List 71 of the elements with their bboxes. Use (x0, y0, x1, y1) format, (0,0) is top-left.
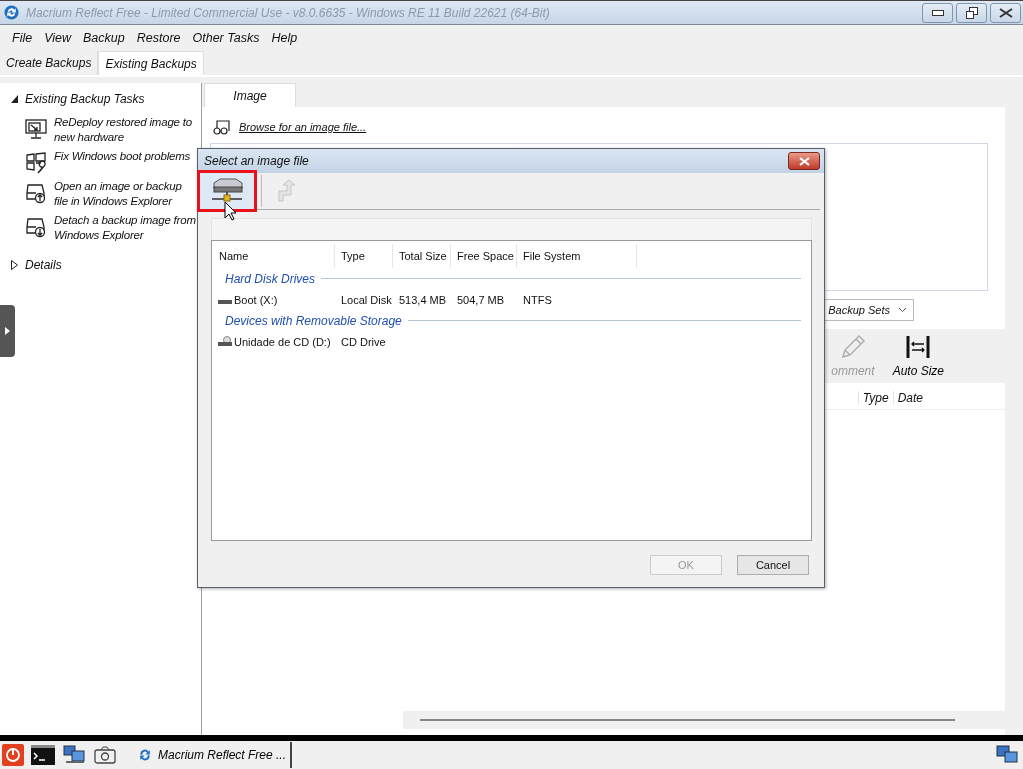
column-header[interactable]: Date (892, 391, 927, 405)
taskbar-window-button[interactable]: Macrium Reflect Free ... (132, 742, 293, 768)
section-header[interactable]: Existing Backup Tasks (25, 92, 145, 106)
table-cell: 513,4 MB (399, 293, 447, 306)
window-title: Macrium Reflect Free - Limited Commercial Use - v8.0.6635 - Windows RE 11 Build 22621 (64-Bit) (26, 5, 551, 20)
close-icon (998, 7, 1013, 18)
table-cell: CD Drive (341, 335, 386, 348)
windows-wrench-icon (24, 151, 48, 175)
play-icon (5, 327, 10, 335)
pencil-icon (839, 334, 866, 360)
cd-drive-icon (218, 336, 232, 347)
drive-row[interactable]: Unidade de CD (D:) CD Drive (218, 331, 801, 352)
close-button[interactable] (788, 152, 820, 170)
group-header: Devices with Removable Storage (225, 313, 402, 328)
column-header[interactable]: Type (335, 244, 393, 268)
task-link[interactable]: Open an image or backup file in Windows Explorer (54, 179, 196, 209)
mouse-cursor-icon (224, 201, 237, 221)
minimize-icon (931, 9, 944, 16)
table-cell: Local Disk (341, 293, 392, 306)
network-computers-icon[interactable] (995, 744, 1019, 766)
up-arrow-folder-icon (276, 179, 298, 203)
glasses-icon (213, 119, 231, 135)
sidebar-toggle-handle[interactable] (0, 305, 15, 357)
menu-item[interactable]: Help (265, 31, 304, 45)
dialog-title: Select an image file (204, 154, 309, 168)
task-link[interactable]: Fix Windows boot problems (54, 149, 196, 164)
network-drive-icon (210, 178, 244, 204)
drives-button[interactable] (197, 170, 257, 212)
menu-item[interactable]: Other Tasks (186, 31, 266, 45)
expand-triangle-icon[interactable] (10, 260, 19, 270)
task-link[interactable]: ReDeploy restored image to new hardware (54, 115, 196, 145)
tab[interactable]: Image (204, 83, 296, 107)
tab[interactable]: Existing Backups (98, 51, 204, 75)
menu-item[interactable]: Backup (77, 31, 131, 45)
menu-item[interactable]: View (38, 31, 78, 45)
auto-size-button[interactable]: Auto Size (886, 329, 950, 383)
column-header[interactable]: Total Size (393, 244, 451, 268)
group-header: Hard Disk Drives (225, 271, 315, 286)
chevron-down-icon (898, 307, 907, 313)
collapse-triangle-icon[interactable] (10, 94, 19, 104)
command-prompt-icon[interactable] (31, 745, 55, 765)
browse-link[interactable]: Browse for an image file... (239, 121, 367, 133)
camera-icon[interactable] (93, 744, 117, 766)
drive-row[interactable]: Boot (X:) Local Disk 513,4 MB 504,7 MB NTFS (218, 289, 801, 310)
drive-download-icon (24, 215, 48, 239)
section-header[interactable]: Details (25, 258, 62, 272)
auto-size-icon (905, 334, 932, 360)
table-cell: NTFS (523, 293, 552, 306)
monitor-icon (24, 117, 48, 141)
app-logo-icon (138, 748, 152, 762)
horizontal-scrollbar[interactable] (403, 711, 1005, 729)
restore-icon (965, 6, 978, 19)
restore-button[interactable] (956, 2, 987, 23)
column-header[interactable]: Free Space (451, 244, 517, 268)
power-icon[interactable] (2, 744, 24, 766)
column-header[interactable]: Name (218, 244, 335, 268)
table-cell: Unidade de CD (D:) (234, 335, 331, 348)
network-computers-icon[interactable] (62, 744, 86, 766)
table-cell: Boot (X:) (234, 293, 278, 306)
table-cell: 504,7 MB (457, 293, 505, 306)
menu-item[interactable]: Restore (130, 31, 187, 45)
cancel-button[interactable]: Cancel (737, 555, 809, 575)
task-link[interactable]: Detach a backup image from Windows Explorer (54, 213, 196, 243)
column-header[interactable]: Type (857, 391, 893, 405)
column-header[interactable]: File System (517, 244, 637, 268)
minimize-button[interactable] (922, 2, 953, 23)
app-logo-icon (4, 5, 19, 20)
drive-upload-icon (24, 181, 48, 205)
close-button[interactable] (990, 2, 1021, 23)
close-icon (798, 156, 810, 166)
menu-item[interactable]: File (6, 31, 39, 45)
